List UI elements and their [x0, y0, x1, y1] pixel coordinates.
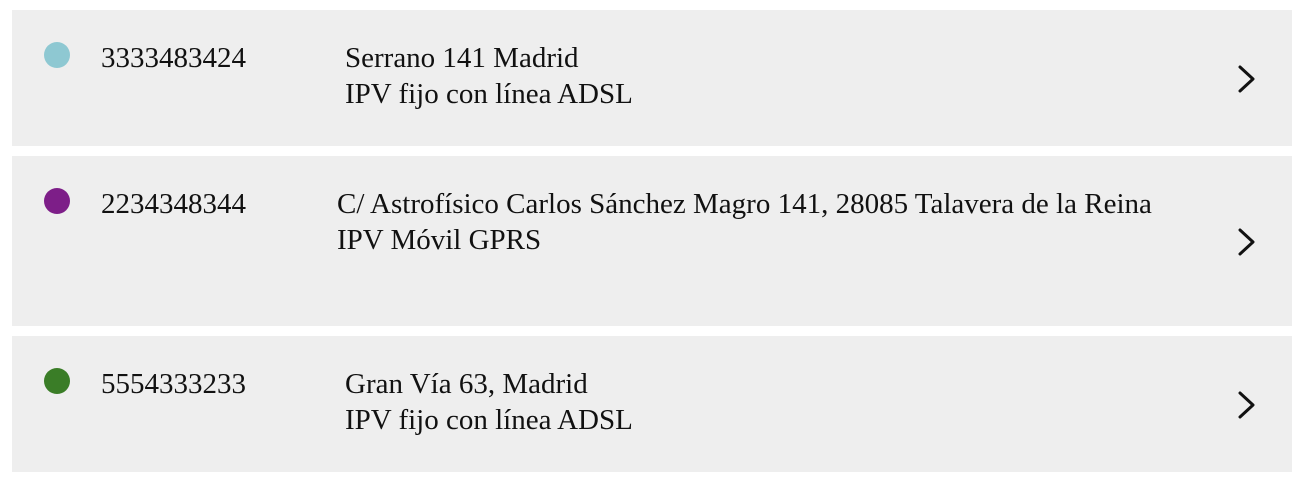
line-list: 3333483424 Serrano 141 Madrid IPV fijo c… — [12, 10, 1292, 472]
status-dot — [44, 42, 70, 68]
line-number: 5554333233 — [101, 368, 246, 400]
line-service: IPV fijo con línea ADSL — [345, 78, 633, 110]
chevron-right-icon[interactable] — [1236, 390, 1258, 420]
line-service: IPV fijo con línea ADSL — [345, 404, 633, 436]
line-number: 2234348344 — [101, 188, 246, 220]
line-address: Gran Vía 63, Madrid — [345, 368, 588, 400]
line-number: 3333483424 — [101, 42, 246, 74]
line-details: Serrano 141 Madrid IPV fijo con línea AD… — [345, 40, 1165, 112]
status-dot — [44, 368, 70, 394]
line-details: Gran Vía 63, Madrid IPV fijo con línea A… — [345, 366, 1165, 438]
line-address: C/ Astrofísico Carlos Sánchez Magro 141,… — [337, 188, 1152, 220]
line-service: IPV Móvil GPRS — [337, 224, 542, 256]
line-address: Serrano 141 Madrid — [345, 42, 579, 74]
chevron-right-icon[interactable] — [1236, 227, 1258, 257]
status-dot — [44, 188, 70, 214]
line-list-item[interactable]: 5554333233 Gran Vía 63, Madrid IPV fijo … — [12, 336, 1292, 472]
line-list-item[interactable]: 2234348344 C/ Astrofísico Carlos Sánchez… — [12, 156, 1292, 326]
line-details: C/ Astrofísico Carlos Sánchez Magro 141,… — [337, 186, 1177, 258]
line-list-item[interactable]: 3333483424 Serrano 141 Madrid IPV fijo c… — [12, 10, 1292, 146]
chevron-right-icon[interactable] — [1236, 64, 1258, 94]
